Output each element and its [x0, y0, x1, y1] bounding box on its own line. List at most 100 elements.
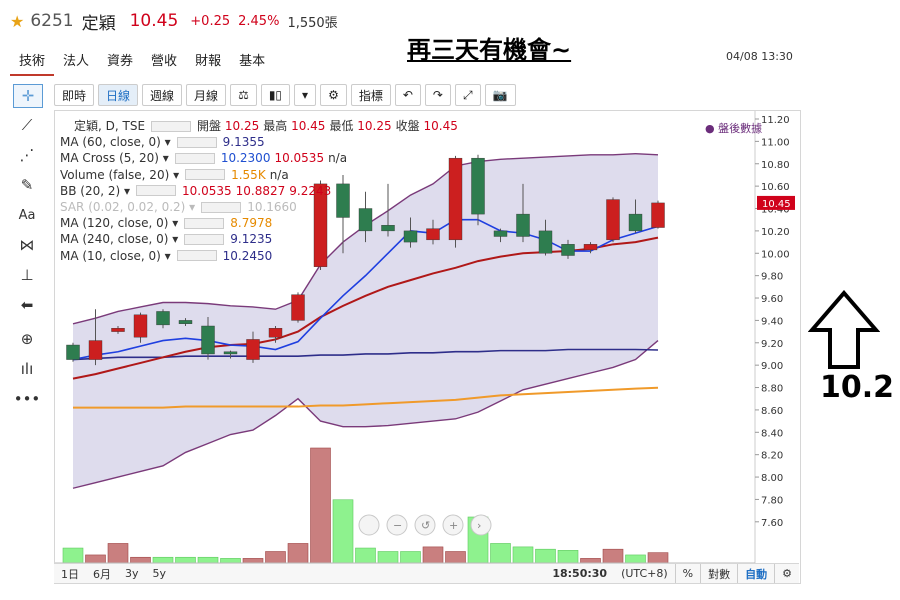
brush-icon[interactable]: ✎ [12, 170, 42, 200]
volume-bar [557, 550, 579, 564]
indicator-name[interactable]: MA Cross (5, 20) ▾ [60, 150, 169, 166]
legend-row: MA (10, close, 0) ▾ 10.2450 [60, 248, 462, 264]
indicator-controls-icon[interactable] [201, 201, 242, 213]
low-value: 10.25 [357, 119, 392, 133]
indicator-controls-icon[interactable] [176, 250, 217, 262]
price-tick-label: 9.60 [761, 294, 783, 305]
volume-bar [332, 499, 354, 564]
chart-type-dropdown-icon[interactable]: ▾ [294, 84, 317, 106]
volume-bar [310, 447, 331, 564]
auto-toggle[interactable]: 自動 [738, 566, 774, 582]
indicator-controls-icon[interactable] [185, 169, 226, 181]
after-hours-link[interactable]: ● 盤後數據 [705, 120, 762, 136]
candle-type-icon[interactable]: ▮▯ [260, 84, 291, 106]
chart-toolbar: 即時 日線 週線 月線 ⚖ ▮▯ ▾ ⚙ 指標 ↶ ↷ ⤢ 📷 [54, 82, 799, 108]
price-tick-label: 10.80 [761, 160, 790, 171]
candle-body [516, 213, 530, 237]
realtime-button[interactable]: 即時 [54, 84, 95, 106]
price-change-percent: 2.45% [238, 13, 280, 29]
indicator-name[interactable]: MA (120, close, 0) ▾ [60, 215, 178, 231]
volume-bar [265, 551, 286, 564]
tab-revenue[interactable]: 營收 [142, 46, 186, 76]
indicators-button[interactable]: 指標 [350, 84, 391, 106]
settings-gear-icon[interactable]: ⚙ [320, 84, 347, 106]
legend-row: BB (20, 2) ▾ 10.0535 10.8827 9.2243 [60, 183, 462, 199]
fullscreen-icon[interactable]: ⤢ [454, 84, 481, 106]
timezone[interactable]: (UTC+8) [614, 567, 675, 580]
indicator-name[interactable]: MA (60, close, 0) ▾ [60, 134, 171, 150]
indicator-controls-icon[interactable] [184, 234, 225, 246]
price-change: +0.25 [190, 13, 231, 29]
range-3y[interactable]: 3y [118, 567, 146, 580]
indicator-name[interactable]: MA (10, close, 0) ▾ [60, 248, 171, 264]
price-tick-label: 10.60 [761, 182, 790, 193]
fib-fan-icon[interactable]: ⋰ [12, 140, 42, 170]
candle-body [628, 213, 643, 232]
tab-basic[interactable]: 基本 [230, 46, 274, 76]
indicator-value: 9.1235 [230, 232, 273, 247]
volume-bar [422, 546, 444, 564]
volume-bar [400, 551, 421, 564]
price-tick-label: 8.00 [761, 473, 783, 484]
open-label: 開盤 [197, 119, 222, 133]
low-label: 最低 [329, 119, 354, 133]
scale-settings-icon[interactable]: ⚙ [775, 567, 799, 580]
volume-bar [85, 554, 106, 564]
indicator-value: 10.2450 [222, 248, 273, 263]
indicator-name[interactable]: BB (20, 2) ▾ [60, 183, 130, 199]
indicator-controls-icon[interactable] [174, 153, 215, 164]
indicator-value: 10.0535 [274, 151, 325, 166]
candle-body [111, 328, 125, 332]
zoom-control-glyph: + [449, 519, 458, 532]
indicator-controls-icon[interactable] [136, 185, 177, 197]
volume-bar [490, 543, 511, 564]
scroll-left-icon[interactable] [358, 514, 380, 536]
log-toggle[interactable]: 對數 [701, 566, 737, 582]
range-5y[interactable]: 5y [146, 567, 174, 580]
text-tool-icon[interactable]: Aa [12, 200, 42, 230]
tab-technical[interactable]: 技術 [10, 46, 55, 76]
more-icon[interactable]: ••• [12, 384, 42, 414]
tab-institutional[interactable]: 法人 [54, 46, 98, 76]
candle-body [88, 340, 103, 360]
candle-body [538, 230, 553, 254]
undo-icon[interactable]: ↶ [394, 84, 421, 106]
daily-button[interactable]: 日線 [98, 84, 139, 106]
legend-row: Volume (false, 20) ▾ 1.55K n/a [60, 167, 462, 183]
redo-icon[interactable]: ↷ [424, 84, 451, 106]
pattern-icon[interactable]: ⋈ [12, 230, 42, 260]
indicator-name[interactable]: Volume (false, 20) ▾ [60, 167, 179, 183]
range-6m[interactable]: 6月 [86, 566, 118, 582]
indicator-name[interactable]: SAR (0.02, 0.02, 0.2) ▾ [60, 199, 195, 215]
trend-line-icon[interactable]: ⟋ [12, 110, 42, 140]
tab-margin[interactable]: 資券 [98, 46, 142, 76]
favorite-star-icon[interactable]: ★ [10, 12, 24, 31]
candle-body [223, 351, 238, 355]
volume-bar [62, 547, 84, 564]
legend-controls-icon[interactable] [151, 120, 192, 132]
candle-body [268, 328, 283, 338]
monthly-button[interactable]: 月線 [186, 84, 227, 106]
drawing-toolbar: ✛ ⟋ ⋰ ✎ Aa ⋈ ⊥ ⬅ ⊕ ılı ••• [12, 82, 46, 414]
legend-row: MA (60, close, 0) ▾ 9.1355 [60, 134, 462, 150]
price-tick-label: 8.40 [761, 428, 783, 439]
range-1d[interactable]: 1日 [54, 566, 86, 582]
zoom-icon[interactable]: ⊕ [12, 324, 42, 354]
indicator-controls-icon[interactable] [176, 136, 217, 148]
bar-settings-icon[interactable]: ılı [12, 354, 42, 384]
candle-body [606, 199, 620, 241]
weekly-button[interactable]: 週線 [142, 84, 183, 106]
back-arrow-icon[interactable]: ⬅ [12, 290, 42, 320]
indicator-name[interactable]: MA (240, close, 0) ▾ [60, 231, 178, 247]
candle-body [471, 157, 485, 215]
annotation-target-price: 10.2 [820, 370, 895, 405]
volume-bar [355, 547, 376, 564]
crosshair-icon[interactable]: ✛ [13, 84, 43, 108]
percent-toggle[interactable]: % [676, 567, 700, 580]
indicator-controls-icon[interactable] [184, 217, 225, 229]
snapshot-camera-icon[interactable]: 📷 [484, 84, 516, 106]
measure-icon[interactable]: ⊥ [12, 260, 42, 290]
compare-scale-icon[interactable]: ⚖ [230, 84, 257, 106]
tab-financials[interactable]: 財報 [186, 46, 230, 76]
legend-row: MA (240, close, 0) ▾ 9.1235 [60, 231, 462, 247]
